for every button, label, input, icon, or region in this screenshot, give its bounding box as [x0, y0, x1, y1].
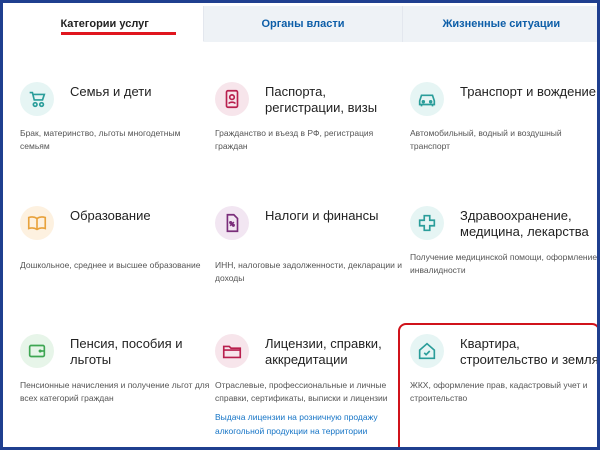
category-education[interactable]: Образование Дошкольное, среднее и высшее…	[20, 204, 210, 272]
tax-document-icon	[215, 206, 249, 240]
category-title: Паспорта, регистрации, визы	[265, 84, 378, 115]
alcohol-license-link[interactable]: Выдача лицензии на розничную продажу алк…	[215, 410, 405, 438]
category-desc: Брак, материнство, льготы многодетным се…	[20, 128, 181, 151]
tab-life-situations[interactable]: Жизненные ситуации	[402, 6, 597, 42]
category-taxes[interactable]: Налоги и финансы ИНН, налоговые задолжен…	[215, 204, 405, 285]
category-licenses[interactable]: Лицензии, справки, аккредитации Отраслев…	[215, 332, 405, 438]
category-title: Транспорт и вождение	[460, 84, 597, 99]
tab-label: Органы власти	[261, 18, 345, 30]
folder-icon	[215, 334, 249, 368]
category-health[interactable]: Здравоохранение, медицина, лекарства Пол…	[410, 204, 598, 277]
category-desc: Дошкольное, среднее и высшее образование	[20, 260, 201, 270]
category-grid: Семья и дети Брак, материнство, льготы м…	[6, 42, 598, 447]
tab-bar: Категории услуг Органы власти Жизненные …	[6, 6, 597, 42]
category-title: Налоги и финансы	[265, 208, 379, 223]
wallet-icon	[20, 334, 54, 368]
category-title: Образование	[70, 208, 151, 223]
stroller-icon	[20, 82, 54, 116]
category-desc: Пенсионные начисления и получение льгот …	[20, 380, 210, 403]
category-desc: Получение медицинской помощи, оформление…	[410, 252, 598, 275]
car-icon	[410, 82, 444, 116]
window-frame: Категории услуг Органы власти Жизненные …	[0, 0, 600, 450]
tab-label: Жизненные ситуации	[442, 18, 561, 30]
tab-authorities[interactable]: Органы власти	[204, 6, 403, 42]
category-pension[interactable]: Пенсия, пособия и льготы Пенсионные начи…	[20, 332, 210, 405]
category-desc: ИНН, налоговые задолженности, декларации…	[215, 260, 403, 283]
tab-categories[interactable]: Категории услуг	[6, 6, 205, 42]
category-title: Лицензии, справки, аккредитации	[265, 336, 382, 367]
category-family[interactable]: Семья и дети Брак, материнство, льготы м…	[20, 80, 210, 153]
medical-cross-icon	[410, 206, 444, 240]
category-desc: Автомобильный, водный и воздушный трансп…	[410, 128, 562, 151]
category-desc: Отраслевые, профессиональные и личные сп…	[215, 380, 388, 403]
category-title: Здравоохранение, медицина, лекарства	[460, 208, 589, 239]
category-title: Семья и дети	[70, 84, 152, 99]
book-icon	[20, 206, 54, 240]
category-desc: Гражданство и въезд в РФ, регистрация гр…	[215, 128, 374, 151]
passport-icon	[215, 82, 249, 116]
category-title: Пенсия, пособия и льготы	[70, 336, 183, 367]
category-passports[interactable]: Паспорта, регистрации, визы Гражданство …	[215, 80, 405, 153]
active-tab-underline	[61, 32, 176, 35]
category-transport[interactable]: Транспорт и вождение Автомобильный, водн…	[410, 80, 597, 153]
tab-label: Категории услуг	[60, 17, 149, 30]
selection-highlight	[398, 323, 597, 447]
